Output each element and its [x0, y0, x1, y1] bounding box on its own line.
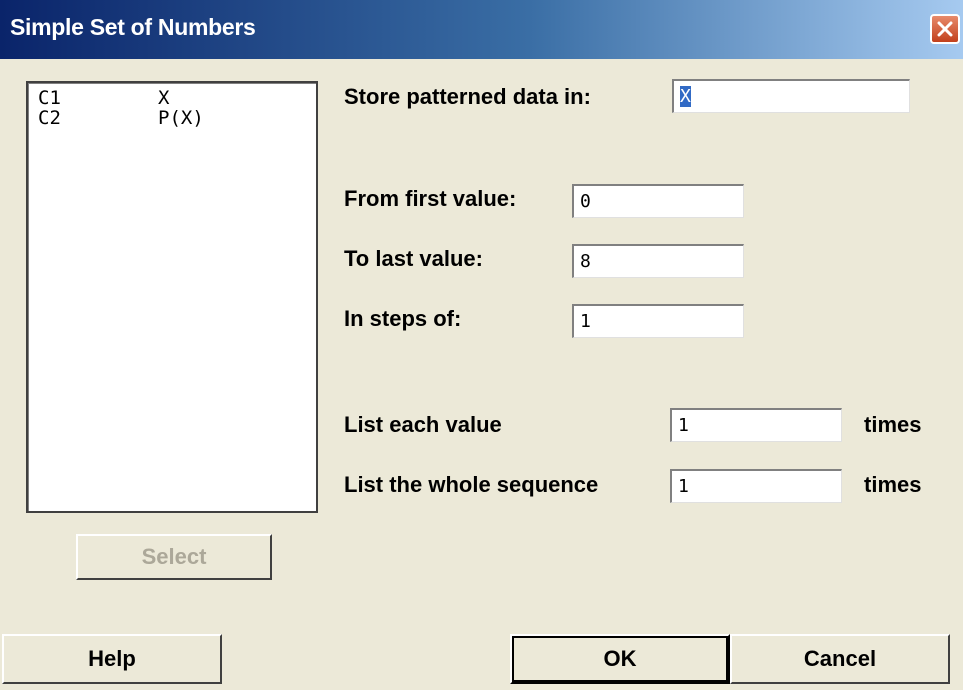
simple-set-of-numbers-dialog: Simple Set of Numbers C1 X C2 P(X) Selec… [0, 0, 963, 690]
title-bar[interactable]: Simple Set of Numbers [0, 0, 963, 59]
to-label: To last value: [344, 246, 483, 271]
steps-field[interactable]: 1 [572, 304, 744, 338]
store-value: X [680, 86, 691, 107]
window-title: Simple Set of Numbers [10, 14, 256, 40]
from-field[interactable]: 0 [572, 184, 744, 218]
store-label: Store patterned data in: [344, 84, 591, 109]
from-label: From first value: [344, 186, 517, 211]
list-sequence-field[interactable]: 1 [670, 469, 842, 503]
list-item[interactable]: C1 X [38, 87, 169, 109]
column-id: C2 [38, 107, 61, 129]
column-list[interactable]: C1 X C2 P(X) [26, 81, 318, 513]
list-sequence-label: List the whole sequence [344, 472, 599, 497]
to-field[interactable]: 8 [572, 244, 744, 278]
list-each-field[interactable]: 1 [670, 408, 842, 442]
column-name: X [158, 87, 170, 109]
close-icon [937, 21, 953, 37]
store-field[interactable]: X [672, 79, 910, 113]
steps-label: In steps of: [344, 306, 462, 331]
list-each-label: List each value [344, 412, 502, 437]
list-each-unit: times [864, 412, 922, 437]
list-sequence-unit: times [864, 472, 922, 497]
select-button[interactable]: Select [76, 534, 272, 580]
help-button[interactable]: Help [2, 634, 222, 684]
cancel-button[interactable]: Cancel [730, 634, 950, 684]
ok-button[interactable]: OK [510, 634, 730, 684]
column-id: C1 [38, 87, 61, 109]
close-button[interactable] [930, 14, 960, 44]
list-item[interactable]: C2 P(X) [38, 107, 204, 129]
column-name: P(X) [158, 107, 204, 129]
